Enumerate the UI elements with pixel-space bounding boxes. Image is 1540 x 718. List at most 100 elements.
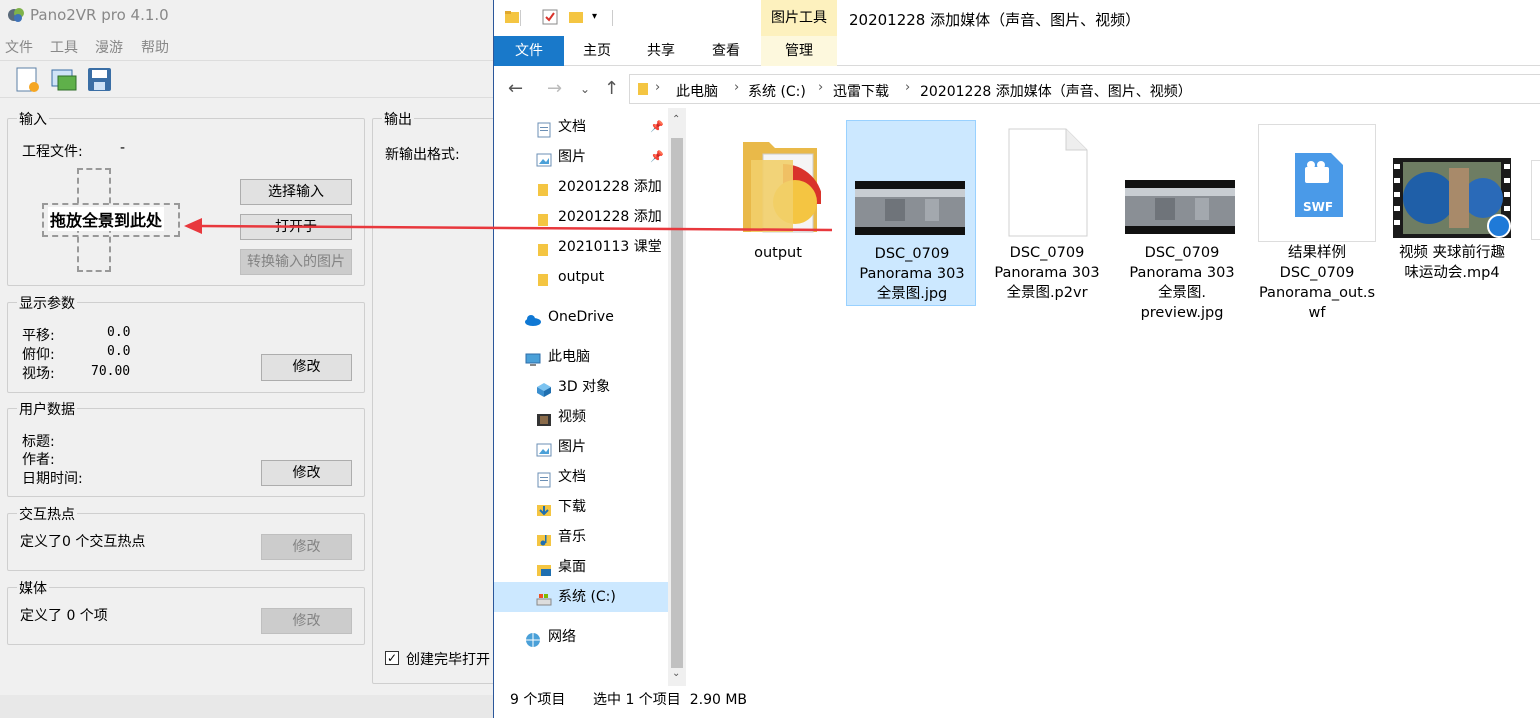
title-label: 标题: (22, 434, 55, 450)
pan-label: 平移: (22, 328, 55, 344)
modify-hotspots-button[interactable]: 修改 (261, 534, 352, 560)
nav-item-label: 图片 (558, 439, 586, 455)
recent-locations-icon[interactable]: ⌄ (580, 82, 590, 96)
menu-tour[interactable]: 漫游 (95, 37, 123, 57)
swf-file-thumbnail: SWF (1258, 124, 1376, 242)
breadcrumb-current-folder[interactable]: 20201228 添加媒体（声音、图片、视频） (920, 81, 1192, 101)
hotspots-desc: 定义了0 个交互热点 (20, 534, 146, 550)
nav-item-label: 图片 (558, 149, 586, 165)
open-with-button[interactable]: 打开于 (240, 214, 352, 240)
file-name-line: 视频 夹球前行趣 (1398, 245, 1506, 261)
forward-arrow-icon[interactable]: → (547, 78, 562, 99)
nav-item-folder[interactable]: 20201228 添加 (534, 202, 668, 232)
status-bar (0, 695, 500, 718)
breadcrumb-xunlei[interactable]: 迅雷下载 (833, 81, 889, 101)
pin-icon: 📌 (650, 120, 664, 133)
up-arrow-icon[interactable]: ↑ (604, 78, 619, 99)
3d-objects-icon (536, 379, 552, 397)
nav-item-documents[interactable]: 文档 (534, 462, 668, 492)
menu-help[interactable]: 帮助 (141, 37, 169, 57)
tab-file[interactable]: 文件 (494, 36, 564, 66)
nav-item-pictures[interactable]: 图片 (534, 432, 668, 462)
file-item-p2vr[interactable]: DSC_0709 Panorama 303 全景图.p2vr (982, 120, 1112, 306)
back-arrow-icon[interactable]: ← (508, 78, 523, 99)
nav-item-music[interactable]: 音乐 (534, 522, 668, 552)
file-name-line: 结果样例 (1288, 245, 1346, 261)
modify-media-button[interactable]: 修改 (261, 608, 352, 634)
open-after-create-checkbox[interactable]: ✓ (385, 651, 399, 665)
chevron-up-icon[interactable]: ⌃ (672, 114, 680, 125)
new-project-icon[interactable] (14, 66, 42, 94)
breadcrumb-drive-c[interactable]: 系统 (C:) (748, 81, 806, 101)
nav-item-output[interactable]: output (534, 262, 668, 292)
save-project-icon[interactable] (86, 66, 114, 94)
tab-manage[interactable]: 管理 (761, 36, 837, 66)
tab-view[interactable]: 查看 (692, 36, 760, 66)
drive-icon (536, 589, 552, 606)
toolbar (0, 60, 500, 98)
menu-file[interactable]: 文件 (5, 37, 33, 57)
nav-item-downloads[interactable]: 下载 (534, 492, 668, 522)
nav-item-label: 网络 (548, 629, 576, 645)
chevron-right-icon: › (905, 80, 911, 95)
panorama-thumbnail (1125, 180, 1235, 234)
tab-home[interactable]: 主页 (564, 36, 630, 66)
nav-item-this-pc[interactable]: 此电脑 (522, 342, 668, 372)
modify-user-data-button[interactable]: 修改 (261, 460, 352, 486)
project-file-label: 工程文件: (22, 144, 83, 160)
customize-toolbar-icon[interactable]: ▾ (592, 11, 608, 27)
nav-item-videos[interactable]: 视频 (534, 402, 668, 432)
pin-icon: 📌 (650, 150, 664, 163)
nav-item-pictures-quick[interactable]: 图片 📌 (534, 142, 668, 172)
properties-icon[interactable] (542, 9, 558, 25)
hotspots-title: 交互热点 (17, 504, 77, 524)
modify-display-button[interactable]: 修改 (261, 354, 352, 381)
drop-zone-label: 拖放全景到此处 (48, 207, 165, 231)
nav-item-folder[interactable]: 20210113 课堂 (534, 232, 668, 262)
file-name-line: Panorama 303 (1129, 265, 1235, 281)
videos-icon (536, 409, 552, 426)
picture-tools-context-tab: 图片工具 (761, 0, 837, 36)
convert-input-button[interactable]: 转换输入的图片 (240, 249, 352, 275)
file-name-line: 全景图.p2vr (1006, 285, 1088, 301)
nav-item-documents-quick[interactable]: 文档 📌 (534, 112, 668, 142)
nav-item-3d-objects[interactable]: 3D 对象 (534, 372, 668, 402)
file-item-output-folder[interactable]: output (713, 120, 843, 270)
file-item-video[interactable]: 视频 夹球前行趣 味运动会.mp4 (1387, 120, 1517, 286)
media-title: 媒体 (17, 578, 49, 598)
breadcrumb-this-pc[interactable]: 此电脑 (676, 81, 718, 101)
file-name-line: DSC_0709 (874, 246, 950, 262)
nav-item-drive-c[interactable]: 系统 (C:) (494, 582, 668, 612)
pano2vr-app-icon (6, 5, 26, 25)
new-folder-icon[interactable] (568, 9, 584, 25)
select-input-button[interactable]: 选择输入 (240, 179, 352, 205)
open-project-icon[interactable] (50, 66, 78, 94)
address-bar[interactable]: › 此电脑 › 系统 (C:) › 迅雷下载 › 20201228 添加媒体（声… (629, 74, 1540, 104)
this-pc-icon (524, 349, 541, 366)
nav-item-folder[interactable]: 20201228 添加 (534, 172, 668, 202)
ribbon-tabs: 文件 主页 共享 查看 管理 (494, 36, 1540, 66)
file-item-preview-jpg[interactable]: DSC_0709 Panorama 303 全景图. preview.jpg (1117, 120, 1247, 326)
nav-item-label: output (558, 269, 605, 285)
video-thumbnail (1393, 158, 1511, 238)
project-file-value: - (120, 140, 126, 156)
menu-tools[interactable]: 工具 (50, 37, 78, 57)
nav-scrollbar[interactable]: ⌃ ⌄ (668, 108, 686, 686)
scrollbar-thumb[interactable] (671, 138, 683, 668)
nav-item-label: 文档 (558, 119, 586, 135)
selection-info: 选中 1 个项目 2.90 MB (593, 692, 748, 708)
pan-value: 0.0 (107, 325, 131, 340)
output-title: 输出 (382, 109, 414, 129)
file-item-panorama-jpg[interactable]: DSC_0709 Panorama 303 全景图.jpg (846, 120, 976, 306)
nav-item-network[interactable]: 网络 (522, 622, 668, 652)
file-name-line: DSC_0709 (1279, 265, 1355, 281)
nav-item-label: 系统 (C:) (558, 589, 616, 605)
file-name-line: 全景图. (1157, 285, 1207, 301)
tab-share[interactable]: 共享 (630, 36, 692, 66)
author-label: 作者: (22, 452, 55, 468)
file-item-swf[interactable]: SWF 结果样例 DSC_0709 Panorama_out.s wf (1252, 120, 1382, 326)
chevron-down-icon[interactable]: ⌄ (672, 668, 680, 679)
file-name-line: 味运动会.mp4 (1404, 265, 1500, 281)
nav-item-onedrive[interactable]: OneDrive (522, 302, 668, 332)
nav-item-desktop[interactable]: 桌面 (534, 552, 668, 582)
